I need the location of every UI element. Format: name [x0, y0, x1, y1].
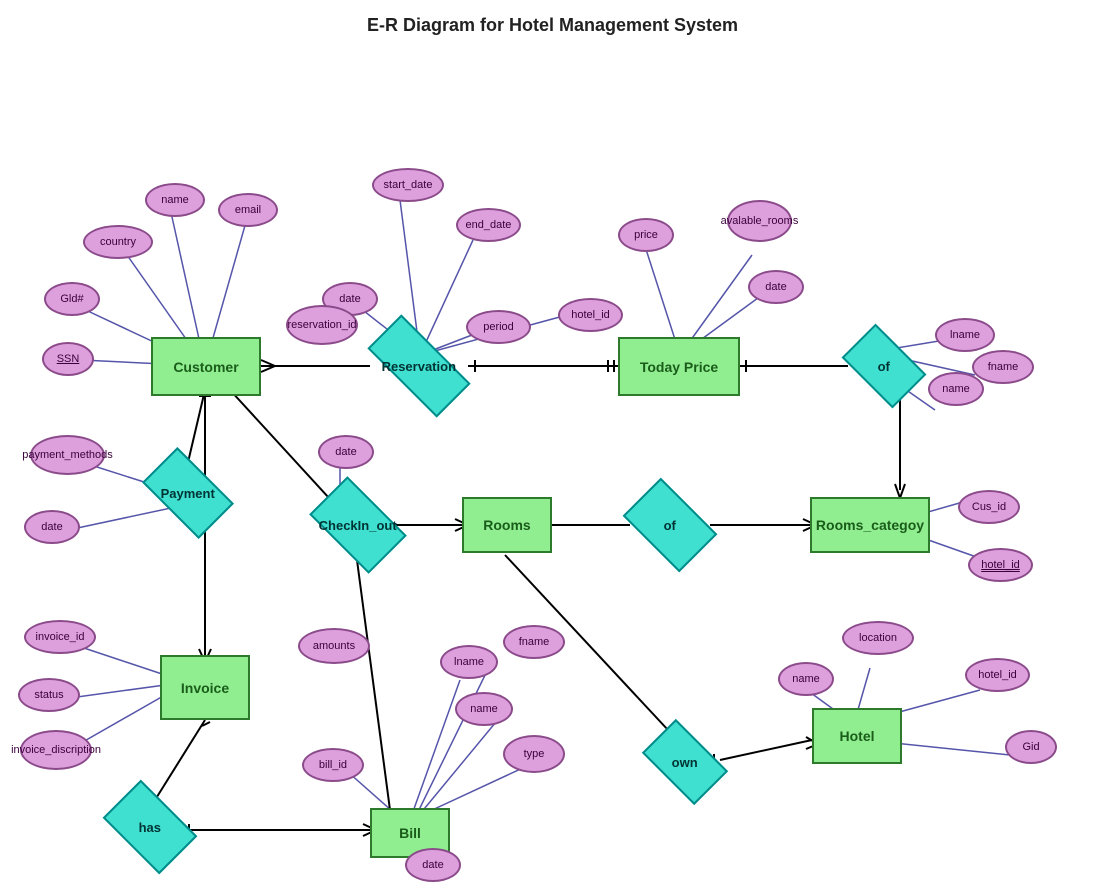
entity-rooms-category: Rooms_categoy: [810, 497, 930, 553]
attr-fname-top: fname: [972, 350, 1034, 384]
attr-available-rooms: avalable_rooms: [727, 200, 792, 242]
attr-ssn: SSN: [42, 342, 94, 376]
attr-cus-id: Cus_id: [958, 490, 1020, 524]
attr-hotel-id-res: hotel_id: [558, 298, 623, 332]
rel-payment: Payment: [142, 447, 234, 539]
page-title: E-R Diagram for Hotel Management System: [0, 15, 1105, 36]
attr-name-bill: name: [455, 692, 513, 726]
attr-name-hotel: name: [778, 662, 834, 696]
attr-name-cust: name: [145, 183, 205, 217]
attr-hotel-id-h: hotel_id: [965, 658, 1030, 692]
attr-email: email: [218, 193, 278, 227]
attr-payment-methods: payment_methods: [30, 435, 105, 475]
entity-today-price: Today Price: [618, 337, 740, 396]
attr-name-top: name: [928, 372, 984, 406]
attr-invoice-description: invoice_discription: [20, 730, 92, 770]
attr-fname-bill: fname: [503, 625, 565, 659]
attr-date-checkin: date: [318, 435, 374, 469]
attr-date-tp: date: [748, 270, 804, 304]
rel-of-top: of: [842, 324, 927, 409]
entity-rooms: Rooms: [462, 497, 552, 553]
rel-has: has: [103, 780, 198, 875]
attr-reservation-id: reservation_id: [286, 305, 358, 345]
rel-reservation: Reservation: [367, 314, 470, 417]
rel-checkin-out: CheckIn_out: [309, 476, 407, 574]
attr-lname-bill: lname: [440, 645, 498, 679]
entity-customer: Customer: [151, 337, 261, 396]
attr-invoice-id: invoice_id: [24, 620, 96, 654]
attr-start-date: start_date: [372, 168, 444, 202]
attr-bill-id: bill_id: [302, 748, 364, 782]
attr-date-pay: date: [24, 510, 80, 544]
attr-amounts: amounts: [298, 628, 370, 664]
entity-hotel: Hotel: [812, 708, 902, 764]
rel-of-rooms: of: [623, 478, 718, 573]
attr-status: status: [18, 678, 80, 712]
attr-country: country: [83, 225, 153, 259]
attr-gid: Gld#: [44, 282, 100, 316]
attr-end-date: end_date: [456, 208, 521, 242]
attr-type-bill: type: [503, 735, 565, 773]
attr-hotel-id-rc: hotel_id: [968, 548, 1033, 582]
rel-own: own: [642, 719, 728, 805]
attr-lname-top: lname: [935, 318, 995, 352]
attr-period: period: [466, 310, 531, 344]
attr-gid-hotel: Gid: [1005, 730, 1057, 764]
attr-location: location: [842, 621, 914, 655]
attr-price: price: [618, 218, 674, 252]
attr-date-bill: date: [405, 848, 461, 882]
entity-invoice: Invoice: [160, 655, 250, 720]
